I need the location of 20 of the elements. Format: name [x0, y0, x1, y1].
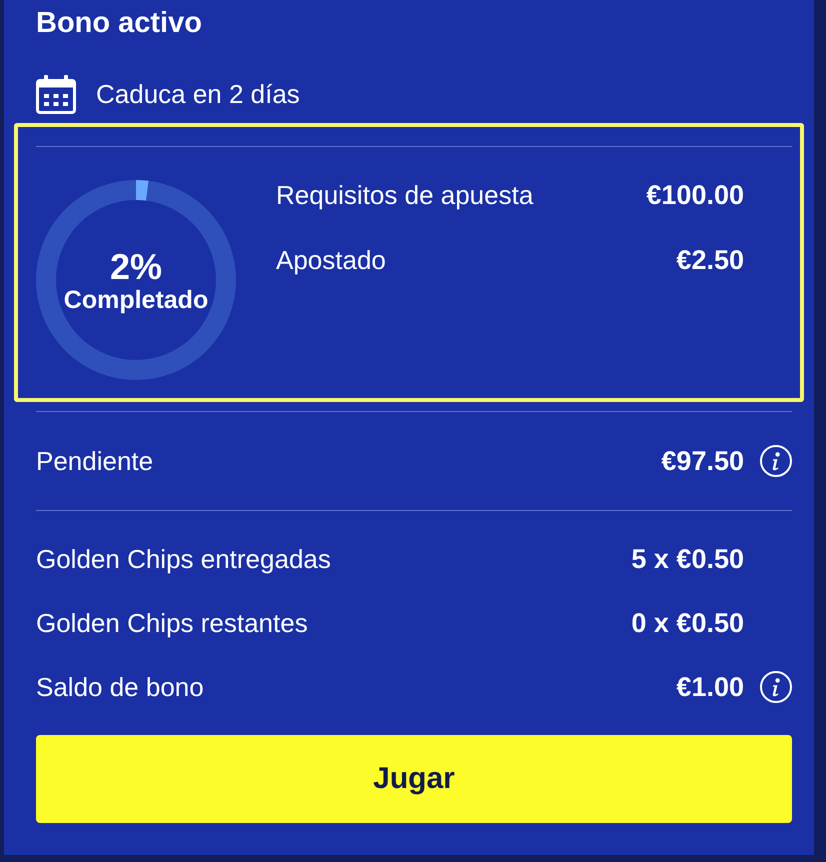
- row-value: 5 x €0.50: [631, 543, 744, 575]
- play-button[interactable]: Jugar: [36, 735, 792, 823]
- row-value: €1.00: [676, 671, 744, 703]
- stat-label: Apostado: [276, 244, 386, 276]
- row-label: Pendiente: [36, 445, 154, 477]
- stat-value: €2.50: [676, 244, 744, 276]
- progress-percent: 2%: [110, 248, 162, 286]
- calendar-icon: [36, 74, 76, 114]
- row-label: Saldo de bono: [36, 671, 204, 703]
- row-value: €97.50: [661, 445, 744, 477]
- expiry-text: Caduca en 2 días: [96, 78, 300, 110]
- progress-caption: Completado: [64, 286, 208, 314]
- stat-label: Requisitos de apuesta: [276, 179, 534, 211]
- row-value: 0 x €0.50: [631, 607, 744, 639]
- info-icon[interactable]: [760, 671, 792, 703]
- stat-value: €100.00: [646, 179, 744, 211]
- row-label: Golden Chips restantes: [36, 607, 308, 639]
- panel-title: Bono activo: [36, 6, 202, 40]
- row-label: Golden Chips entregadas: [36, 543, 331, 575]
- info-icon[interactable]: [760, 445, 792, 477]
